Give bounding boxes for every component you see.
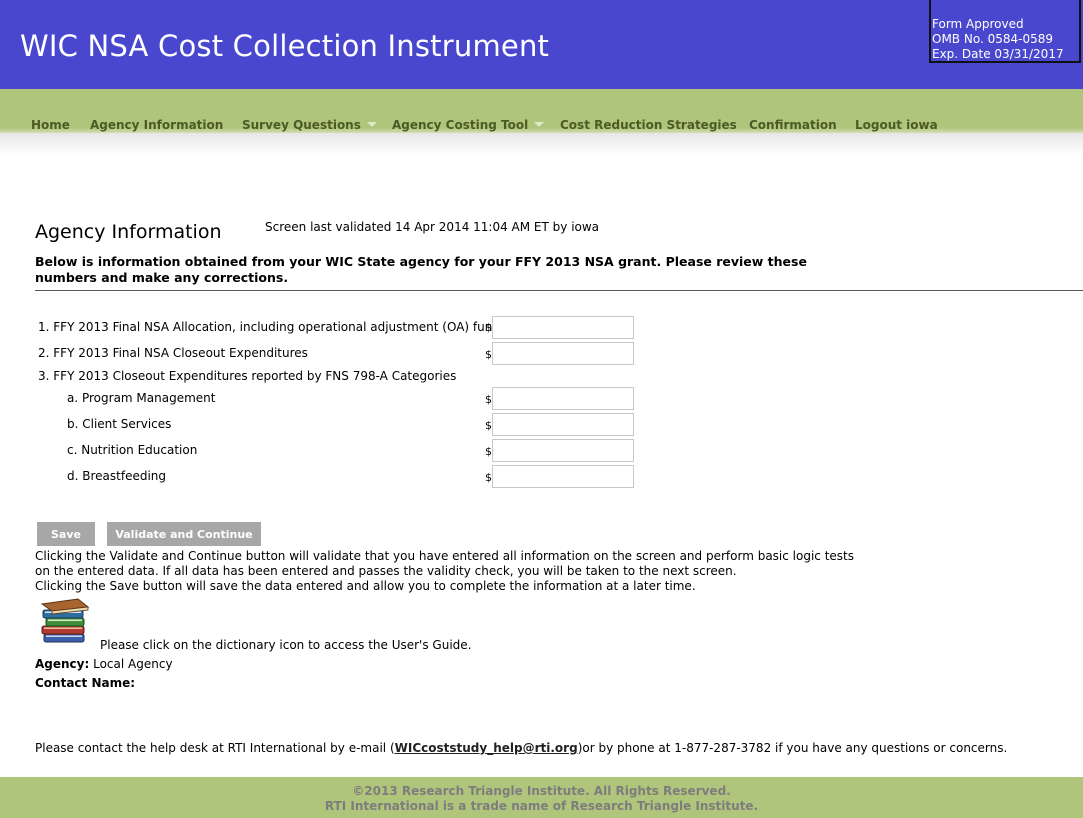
instruction-validate: Clicking the Validate and Continue butto… [35, 549, 854, 578]
nav-shadow [0, 133, 1083, 155]
nav-cost-reduction-strategies[interactable]: Cost Reduction Strategies [560, 118, 737, 132]
omb-line-3: Exp. Date 03/31/2017 [932, 47, 1064, 61]
q3b-client-services-input[interactable] [492, 413, 634, 436]
omb-line-2: OMB No. 0584-0589 [932, 32, 1053, 46]
help-text-before: Please contact the help desk at RTI Inte… [35, 741, 395, 755]
nav-label: Cost Reduction Strategies [560, 118, 737, 132]
omb-notice: Form Approved OMB No. 0584-0589 Exp. Dat… [929, 0, 1081, 63]
nav-label: Home [31, 118, 70, 132]
q3d-breastfeeding-input[interactable] [492, 465, 634, 488]
nav-home[interactable]: Home [31, 118, 70, 132]
currency-symbol: $ [485, 445, 492, 458]
currency-symbol: $ [485, 321, 492, 334]
currency-symbol: $ [485, 393, 492, 406]
nav-label: Agency Information [90, 118, 224, 132]
nav-label: Survey Questions [242, 118, 361, 132]
currency-symbol: $ [485, 348, 492, 361]
agency-label: Agency: [35, 657, 90, 671]
nav-agency-costing-tool[interactable]: Agency Costing Tool [392, 118, 545, 132]
chevron-down-icon [366, 122, 377, 127]
page-title: Agency Information [35, 221, 222, 243]
main-nav: Home Agency Information Survey Questions… [0, 89, 1083, 133]
agency-value: Local Agency [89, 657, 173, 671]
q3c-label: c. Nutrition Education [67, 443, 198, 457]
omb-line-1: Form Approved [932, 17, 1024, 31]
nav-agency-information[interactable]: Agency Information [90, 118, 223, 132]
q3d-label: d. Breastfeeding [67, 469, 167, 483]
save-button[interactable]: Save [37, 522, 95, 546]
q3a-program-management-input[interactable] [492, 387, 634, 410]
help-email-link[interactable]: WICcoststudy_help@rti.org [395, 741, 578, 755]
q2-label: 2. FFY 2013 Final NSA Closeout Expenditu… [38, 346, 308, 360]
q1-label: 1. FFY 2013 Final NSA Allocation, includ… [38, 320, 507, 334]
nav-survey-questions[interactable]: Survey Questions [242, 118, 377, 132]
currency-symbol: $ [485, 471, 492, 484]
instructions: Clicking the Validate and Continue butto… [35, 549, 865, 594]
validate-continue-button[interactable]: Validate and Continue [107, 522, 261, 546]
instruction-save: Clicking the Save button will save the d… [35, 579, 696, 593]
help-desk-text: Please contact the help desk at RTI Inte… [35, 741, 1007, 755]
q2-closeout-input[interactable] [492, 342, 634, 365]
app-title: WIC NSA Cost Collection Instrument [20, 29, 550, 63]
nav-logout[interactable]: Logout iowa [855, 118, 938, 132]
q3b-label: b. Client Services [67, 417, 172, 431]
users-guide-text: Please click on the dictionary icon to a… [100, 638, 472, 652]
nav-confirmation[interactable]: Confirmation [749, 118, 837, 132]
nav-label: Logout iowa [855, 118, 938, 132]
q3-label: 3. FFY 2013 Closeout Expenditures report… [38, 369, 457, 383]
agency-row: Agency: Local Agency [35, 657, 173, 671]
q1-allocation-input[interactable] [492, 316, 634, 339]
chevron-down-icon [534, 122, 545, 127]
footer-copyright: ©2013 Research Triangle Institute. All R… [352, 784, 731, 798]
dictionary-books-icon[interactable] [40, 598, 90, 644]
nav-label: Agency Costing Tool [392, 118, 529, 132]
q3a-label: a. Program Management [67, 391, 216, 405]
nav-label: Confirmation [749, 118, 837, 132]
intro-text: Below is information obtained from your … [35, 254, 807, 285]
footer: ©2013 Research Triangle Institute. All R… [0, 777, 1083, 818]
footer-tradename: RTI International is a trade name of Res… [324, 799, 759, 813]
divider [35, 290, 1083, 291]
help-text-after: )or by phone at 1-877-287-3782 if you ha… [577, 741, 1008, 755]
header-banner: WIC NSA Cost Collection Instrument Form … [0, 0, 1083, 89]
contact-name-label: Contact Name: [35, 676, 136, 690]
last-validated-text: Screen last validated 14 Apr 2014 11:04 … [265, 220, 600, 234]
q3c-nutrition-education-input[interactable] [492, 439, 634, 462]
currency-symbol: $ [485, 419, 492, 432]
